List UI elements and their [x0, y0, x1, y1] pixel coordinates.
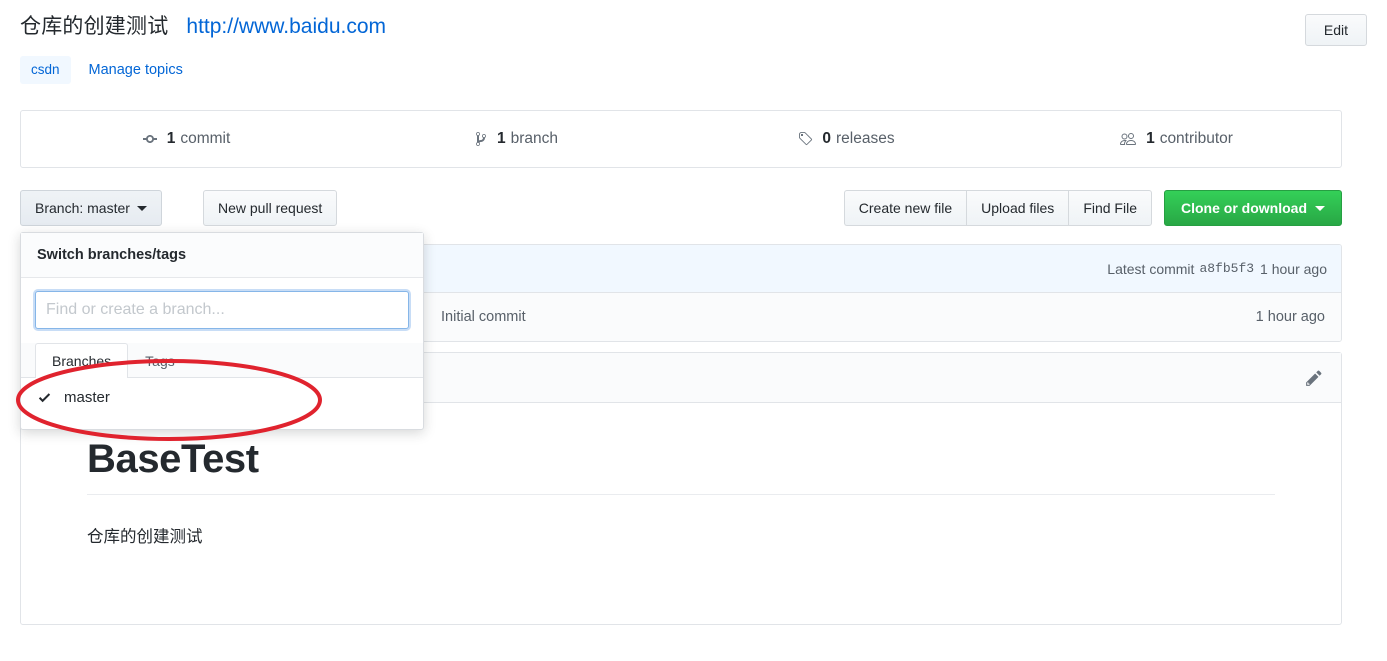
- branch-switch-dropdown: Switch branches/tags Branches Tags maste…: [20, 232, 424, 430]
- file-commit-message[interactable]: Initial commit: [441, 309, 1256, 325]
- readme-heading: BaseTest: [87, 437, 1275, 495]
- branch-select-label: Branch: master: [35, 200, 130, 216]
- chevron-down-icon: [1315, 205, 1325, 211]
- latest-commit-prefix: Latest commit: [1107, 260, 1195, 277]
- chevron-down-icon: [136, 205, 147, 211]
- repository-numbers-summary: 1 commit 1 branch 0 releases 1 contribut…: [20, 110, 1342, 168]
- file-create-button-group: Create new file Upload files Find File: [843, 190, 1152, 226]
- branches-label: branch: [510, 130, 559, 147]
- clone-or-download-label: Clone or download: [1181, 200, 1307, 216]
- releases-stat[interactable]: 0 releases: [681, 111, 1011, 167]
- new-pull-request-button[interactable]: New pull request: [203, 190, 338, 226]
- file-age: 1 hour ago: [1255, 309, 1325, 325]
- branch-dropdown-footer: [21, 419, 423, 429]
- branch-dropdown-title: Switch branches/tags: [21, 233, 423, 278]
- git-branch-icon: [474, 131, 488, 147]
- contributors-stat[interactable]: 1 contributor: [1011, 111, 1341, 167]
- topics-row: csdn Manage topics: [20, 56, 1367, 84]
- readme-paragraph: 仓库的创建测试: [87, 528, 203, 546]
- contributors-label: contributor: [1159, 130, 1233, 147]
- repo-title-row: 仓库的创建测试 http://www.baidu.com: [20, 10, 1367, 40]
- latest-commit-age: 1 hour ago: [1260, 260, 1327, 277]
- branch-select-button[interactable]: Branch: master: [20, 190, 162, 226]
- repo-homepage-link[interactable]: http://www.baidu.com: [186, 15, 386, 39]
- branch-filter-wrapper: [21, 278, 423, 343]
- tab-tags[interactable]: Tags: [128, 343, 192, 378]
- repo-description: 仓库的创建测试: [20, 15, 169, 38]
- branch-dropdown-tabs: Branches Tags: [21, 343, 423, 378]
- releases-label: releases: [836, 130, 895, 147]
- latest-commit-sha[interactable]: a8fb5f3: [1199, 261, 1254, 276]
- manage-topics-link[interactable]: Manage topics: [89, 62, 183, 78]
- commits-stat[interactable]: 1 commit: [21, 111, 351, 167]
- clone-or-download-button[interactable]: Clone or download: [1164, 190, 1342, 226]
- edit-button[interactable]: Edit: [1304, 14, 1367, 46]
- commits-label: commit: [180, 130, 231, 147]
- branches-stat[interactable]: 1 branch: [351, 111, 681, 167]
- file-navigation-toolbar: Branch: master New pull request Create n…: [20, 190, 1342, 226]
- branch-item-label: master: [64, 389, 110, 406]
- commits-count: 1: [166, 130, 176, 147]
- tag-icon: [797, 131, 813, 147]
- repo-header: 仓库的创建测试 http://www.baidu.com csdn Manage…: [20, 10, 1367, 88]
- contributors-count: 1: [1146, 130, 1155, 147]
- check-icon: [37, 390, 52, 405]
- find-file-button[interactable]: Find File: [1068, 190, 1152, 226]
- branch-filter-input[interactable]: [35, 291, 409, 329]
- people-icon: [1119, 131, 1137, 147]
- create-new-file-button[interactable]: Create new file: [843, 190, 967, 226]
- releases-count: 0: [822, 130, 832, 147]
- branches-count: 1: [496, 130, 506, 147]
- tab-branches[interactable]: Branches: [35, 343, 129, 378]
- topic-tag-csdn[interactable]: csdn: [20, 56, 71, 84]
- pencil-icon[interactable]: [1305, 369, 1323, 387]
- branch-item-master[interactable]: master: [21, 378, 423, 419]
- file-actions-group: Create new file Upload files Find File C…: [843, 190, 1342, 226]
- upload-files-button[interactable]: Upload files: [966, 190, 1069, 226]
- git-commit-icon: [142, 131, 158, 147]
